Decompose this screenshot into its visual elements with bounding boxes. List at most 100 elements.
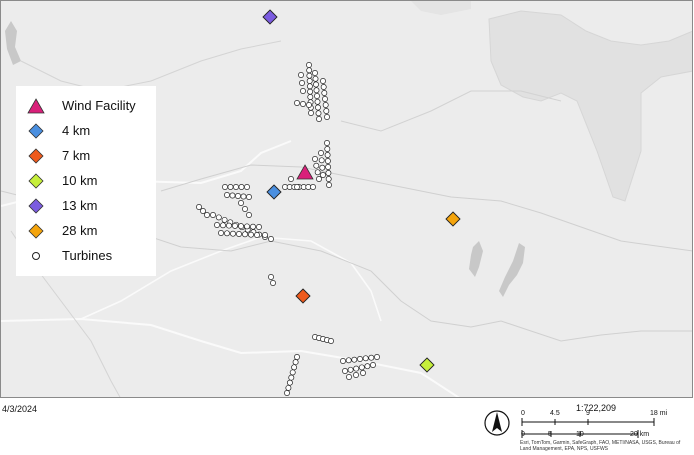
turbine-marker[interactable] <box>248 231 254 238</box>
turbine-marker[interactable] <box>230 230 236 237</box>
turbine-marker[interactable] <box>244 184 250 190</box>
turbine-marker[interactable] <box>246 194 252 200</box>
turbine-marker[interactable] <box>288 374 295 381</box>
turbine-marker[interactable] <box>288 176 294 182</box>
turbine-marker[interactable] <box>291 364 298 371</box>
turbine-marker[interactable] <box>360 370 366 376</box>
turbine-marker[interactable] <box>292 359 299 366</box>
turbine-marker[interactable] <box>306 67 313 74</box>
turbine-marker[interactable] <box>306 78 313 84</box>
turbine-marker[interactable] <box>323 108 330 114</box>
turbine-marker[interactable] <box>250 223 256 230</box>
turbine-marker[interactable] <box>326 182 332 188</box>
turbine-marker[interactable] <box>236 231 242 237</box>
turbine-marker[interactable] <box>328 338 334 344</box>
turbine-marker[interactable] <box>220 222 226 229</box>
turbine-marker[interactable] <box>242 231 248 238</box>
turbine-marker[interactable] <box>342 368 348 374</box>
turbine-marker[interactable] <box>244 223 250 230</box>
turbine-marker[interactable] <box>242 206 248 212</box>
turbine-marker[interactable] <box>325 170 332 176</box>
turbine-marker[interactable] <box>229 192 236 199</box>
turbine-marker[interactable] <box>226 222 232 229</box>
distance-marker-4km[interactable] <box>266 184 282 200</box>
turbine-marker[interactable] <box>322 96 328 102</box>
turbine-marker[interactable] <box>362 355 369 362</box>
turbine-marker[interactable] <box>324 140 330 146</box>
turbine-marker[interactable] <box>364 363 371 370</box>
turbine-marker[interactable] <box>319 164 326 171</box>
turbine-marker[interactable] <box>310 184 316 190</box>
turbine-marker[interactable] <box>368 354 375 361</box>
turbine-marker[interactable] <box>222 184 228 190</box>
turbine-marker[interactable] <box>351 356 358 363</box>
turbine-marker[interactable] <box>270 280 276 286</box>
turbine-marker[interactable] <box>316 116 322 122</box>
distance-marker-10km[interactable] <box>419 357 435 373</box>
turbine-marker[interactable] <box>313 162 320 169</box>
turbine-marker[interactable] <box>285 384 292 391</box>
turbine-marker[interactable] <box>307 94 314 100</box>
turbine-marker[interactable] <box>353 372 359 378</box>
turbine-marker[interactable] <box>324 114 330 120</box>
turbine-marker[interactable] <box>313 87 320 94</box>
turbine-marker[interactable] <box>268 236 274 242</box>
turbine-marker[interactable] <box>325 164 332 170</box>
turbine-marker[interactable] <box>306 102 312 108</box>
turbine-marker[interactable] <box>312 156 318 162</box>
turbine-marker[interactable] <box>374 354 380 360</box>
turbine-marker[interactable] <box>306 72 313 79</box>
turbine-marker[interactable] <box>324 158 331 164</box>
turbine-marker[interactable] <box>353 365 360 372</box>
turbine-marker[interactable] <box>318 157 325 164</box>
turbine-marker[interactable] <box>221 216 228 223</box>
turbine-marker[interactable] <box>238 184 245 190</box>
turbine-marker[interactable] <box>299 80 305 86</box>
turbine-marker[interactable] <box>200 208 206 214</box>
turbine-marker[interactable] <box>358 364 365 371</box>
turbine-marker[interactable] <box>322 102 329 108</box>
turbine-marker[interactable] <box>215 214 222 221</box>
turbine-marker[interactable] <box>294 100 300 106</box>
turbine-marker[interactable] <box>214 222 220 228</box>
distance-marker-13km[interactable] <box>262 9 278 25</box>
turbine-marker[interactable] <box>233 184 239 190</box>
turbine-marker[interactable] <box>262 232 268 238</box>
turbine-marker[interactable] <box>224 230 230 237</box>
turbine-marker[interactable] <box>300 88 306 94</box>
turbine-marker[interactable] <box>320 78 326 84</box>
turbine-marker[interactable] <box>324 152 331 158</box>
turbine-marker[interactable] <box>238 223 244 230</box>
turbine-marker[interactable] <box>312 70 318 76</box>
turbine-marker[interactable] <box>227 184 234 190</box>
turbine-marker[interactable] <box>313 81 319 88</box>
turbine-marker[interactable] <box>254 232 260 238</box>
turbine-marker[interactable] <box>314 98 321 105</box>
turbine-marker[interactable] <box>314 169 321 176</box>
distance-marker-28km[interactable] <box>445 211 461 227</box>
turbine-marker[interactable] <box>232 222 238 229</box>
turbine-marker[interactable] <box>256 224 262 230</box>
turbine-marker[interactable] <box>318 150 324 156</box>
turbine-marker[interactable] <box>357 356 363 362</box>
turbine-marker[interactable] <box>240 193 247 200</box>
turbine-marker[interactable] <box>196 204 202 210</box>
turbine-marker[interactable] <box>321 90 328 96</box>
turbine-marker[interactable] <box>320 172 326 178</box>
turbine-marker[interactable] <box>345 357 352 364</box>
turbine-marker[interactable] <box>204 212 210 218</box>
turbine-marker[interactable] <box>312 75 319 82</box>
turbine-marker[interactable] <box>315 110 322 117</box>
turbine-marker[interactable] <box>294 354 300 360</box>
turbine-marker[interactable] <box>284 390 290 396</box>
turbine-marker[interactable] <box>347 366 354 373</box>
turbine-marker[interactable] <box>316 176 322 182</box>
turbine-marker[interactable] <box>210 212 216 218</box>
turbine-marker[interactable] <box>325 176 332 182</box>
turbine-marker[interactable] <box>306 62 312 68</box>
turbine-marker[interactable] <box>235 193 241 199</box>
turbine-marker[interactable] <box>246 212 252 218</box>
turbine-marker[interactable] <box>314 93 320 99</box>
turbine-marker[interactable] <box>218 230 224 236</box>
turbine-marker[interactable] <box>224 192 230 198</box>
